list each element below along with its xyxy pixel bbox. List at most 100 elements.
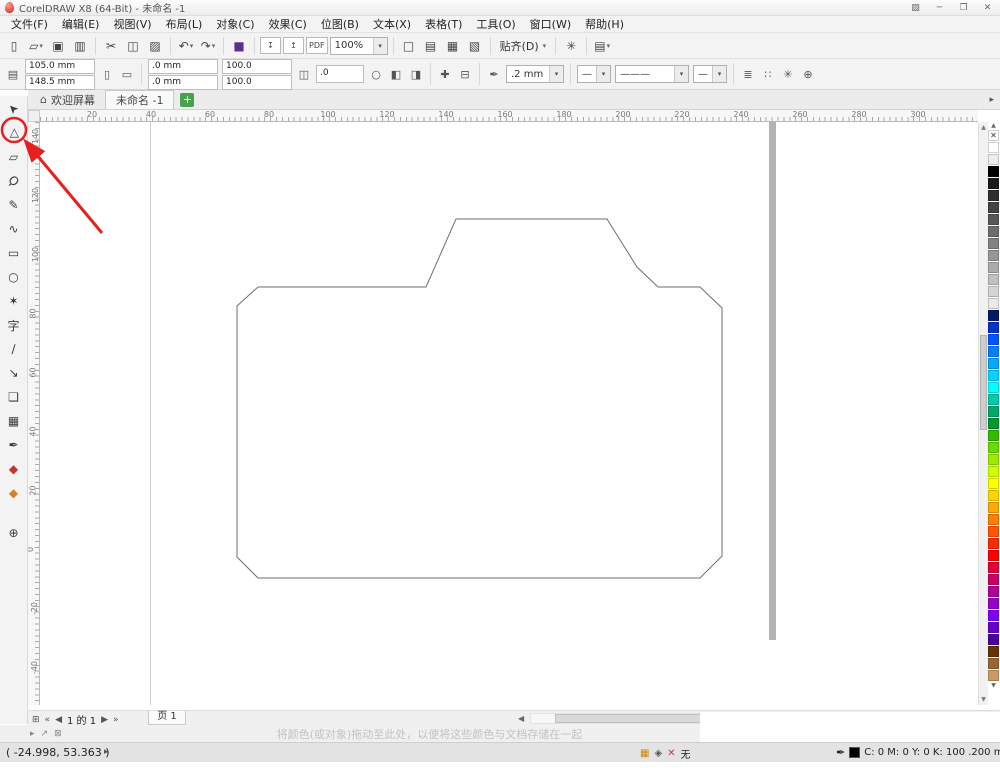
new-document-icon[interactable]: ▯ <box>4 36 24 56</box>
color-swatch[interactable] <box>988 490 999 501</box>
cut-icon[interactable]: ✂ <box>101 36 121 56</box>
menu-item-3[interactable]: 布局(L) <box>159 16 210 32</box>
copy-icon[interactable]: ◫ <box>123 36 143 56</box>
show-rulers-icon[interactable]: ▤ <box>421 36 441 56</box>
outline-width-dropdown-icon[interactable]: ▾ <box>549 66 563 82</box>
dock-icon[interactable]: ⊠ <box>54 729 62 739</box>
snap-to-button[interactable]: 贴齐(D)▾ <box>496 38 551 54</box>
app-badge-button[interactable]: ▨ <box>908 3 923 13</box>
color-swatch[interactable] <box>988 310 999 321</box>
page-dimensions-field-1[interactable]: 148.5 mm <box>25 75 95 90</box>
redo-icon[interactable]: ↷▾ <box>198 36 218 56</box>
palette-scroll-up-icon[interactable]: ▲ <box>988 122 999 130</box>
publish-pdf-button[interactable]: PDF <box>306 37 328 54</box>
menu-item-10[interactable]: 窗口(W) <box>523 16 578 32</box>
outline-pen-icon[interactable]: ✒ <box>486 68 502 81</box>
color-swatch[interactable] <box>988 202 999 213</box>
menu-item-9[interactable]: 工具(O) <box>469 16 522 32</box>
mirror-vertical-icon[interactable]: ◨ <box>408 68 424 81</box>
color-swatch[interactable] <box>988 610 999 621</box>
text-tool[interactable]: 字 <box>3 314 25 336</box>
show-guidelines-icon[interactable]: ▧ <box>465 36 485 56</box>
color-swatch[interactable] <box>988 574 999 585</box>
color-swatch[interactable] <box>988 226 999 237</box>
scroll-down-icon[interactable]: ▼ <box>979 696 988 703</box>
status-expand-icon[interactable]: ▸ <box>104 747 109 757</box>
open-icon[interactable]: ▱▾ <box>26 36 46 56</box>
color-swatch[interactable] <box>988 142 999 153</box>
no-color-swatch[interactable]: ✕ <box>988 130 999 141</box>
lock-ratio-icon[interactable]: ◫ <box>296 68 312 81</box>
print-icon[interactable]: ▥ <box>70 36 90 56</box>
menu-item-4[interactable]: 对象(C) <box>209 16 261 32</box>
application-launcher-icon[interactable]: ▤▾ <box>592 36 612 56</box>
color-swatch[interactable] <box>988 550 999 561</box>
maximize-button[interactable]: ❐ <box>956 3 971 13</box>
node-edit-icon[interactable]: ✚ <box>437 68 453 81</box>
interactive-fill-tool[interactable]: ◆ <box>3 458 25 480</box>
color-swatch[interactable] <box>988 562 999 573</box>
color-swatch[interactable] <box>988 670 999 681</box>
drop-shadow-tool[interactable]: ❏ <box>3 386 25 408</box>
palette-scroll-down-icon[interactable]: ▼ <box>988 682 999 690</box>
rotate-icon[interactable]: ○ <box>368 68 384 81</box>
expand-icon[interactable]: ↗ <box>41 729 49 739</box>
export-button[interactable]: ↥ <box>283 37 304 54</box>
object-position-field-0[interactable]: .0 mm <box>148 59 218 74</box>
color-swatch[interactable] <box>988 322 999 333</box>
menu-item-2[interactable]: 视图(V) <box>106 16 158 32</box>
color-swatch[interactable] <box>988 502 999 513</box>
menu-item-8[interactable]: 表格(T) <box>418 16 469 32</box>
polygon-tool[interactable]: ✶ <box>3 290 25 312</box>
shape-tool[interactable]: ▷ <box>3 122 25 144</box>
pick-tool[interactable]: ➤ <box>3 98 25 120</box>
color-swatch[interactable] <box>988 178 999 189</box>
vertical-ruler[interactable]: 140120100806040200-20-40 <box>28 122 40 705</box>
color-swatch[interactable] <box>988 466 999 477</box>
hscroll-left-icon[interactable]: ◀ <box>518 714 524 723</box>
color-swatch[interactable] <box>988 454 999 465</box>
flyout-icon[interactable]: ▸ <box>30 729 35 739</box>
color-swatch[interactable] <box>988 406 999 417</box>
add-page-button[interactable]: ⊞ <box>32 715 40 725</box>
connector-tool[interactable]: ↘ <box>3 362 25 384</box>
import-button[interactable]: ↧ <box>260 37 281 54</box>
previous-page-button[interactable]: ◀ <box>55 715 62 725</box>
last-page-button[interactable]: » <box>113 715 119 725</box>
options-icon[interactable]: ✳ <box>561 36 581 56</box>
smart-fill-tool[interactable]: ◆ <box>3 482 25 504</box>
paste-icon[interactable]: ▨ <box>145 36 165 56</box>
minimize-button[interactable]: ─ <box>932 3 947 13</box>
color-swatch[interactable] <box>988 394 999 405</box>
menu-item-7[interactable]: 文本(X) <box>366 16 418 32</box>
fill-type-icon[interactable]: ◈ <box>654 748 662 759</box>
color-swatch[interactable] <box>988 250 999 261</box>
object-scale-field-1[interactable]: 100.0 <box>222 75 292 90</box>
color-swatch[interactable] <box>988 634 999 645</box>
tab-welcome[interactable]: ⌂ 欢迎屏幕 <box>30 90 105 109</box>
first-page-button[interactable]: « <box>45 715 51 725</box>
page-dimensions-field-0[interactable]: 105.0 mm <box>25 59 95 74</box>
rotation-angle-field[interactable]: .0 <box>316 65 364 83</box>
new-document-tab-button[interactable]: + <box>180 93 194 107</box>
portrait-icon[interactable]: ▯ <box>99 68 115 81</box>
color-swatch[interactable] <box>988 478 999 489</box>
tab-document[interactable]: 未命名 -1 <box>105 90 174 109</box>
outline-width-select[interactable]: .2 mm▾ <box>506 65 564 83</box>
more-options-icon[interactable]: ⊕ <box>800 68 816 81</box>
color-eyedropper-tool[interactable]: ✒ <box>3 434 25 456</box>
color-swatch[interactable] <box>988 538 999 549</box>
undo-icon[interactable]: ↶▾ <box>176 36 196 56</box>
ruler-origin[interactable] <box>28 110 40 122</box>
dimension-tool[interactable]: ∕ <box>3 338 25 360</box>
color-swatch[interactable] <box>988 214 999 225</box>
zoom-tool[interactable]: Ϙ <box>3 170 25 192</box>
color-swatch[interactable] <box>988 430 999 441</box>
start-arrowhead-dropdown-icon[interactable]: ▾ <box>596 66 610 82</box>
align-distribute-icon[interactable]: ∷ <box>760 68 776 81</box>
horizontal-scroll-thumb[interactable] <box>555 714 701 723</box>
color-swatch[interactable] <box>988 286 999 297</box>
scroll-up-icon[interactable]: ▲ <box>979 124 988 131</box>
next-page-button[interactable]: ▶ <box>101 715 108 725</box>
color-swatch[interactable] <box>988 262 999 273</box>
